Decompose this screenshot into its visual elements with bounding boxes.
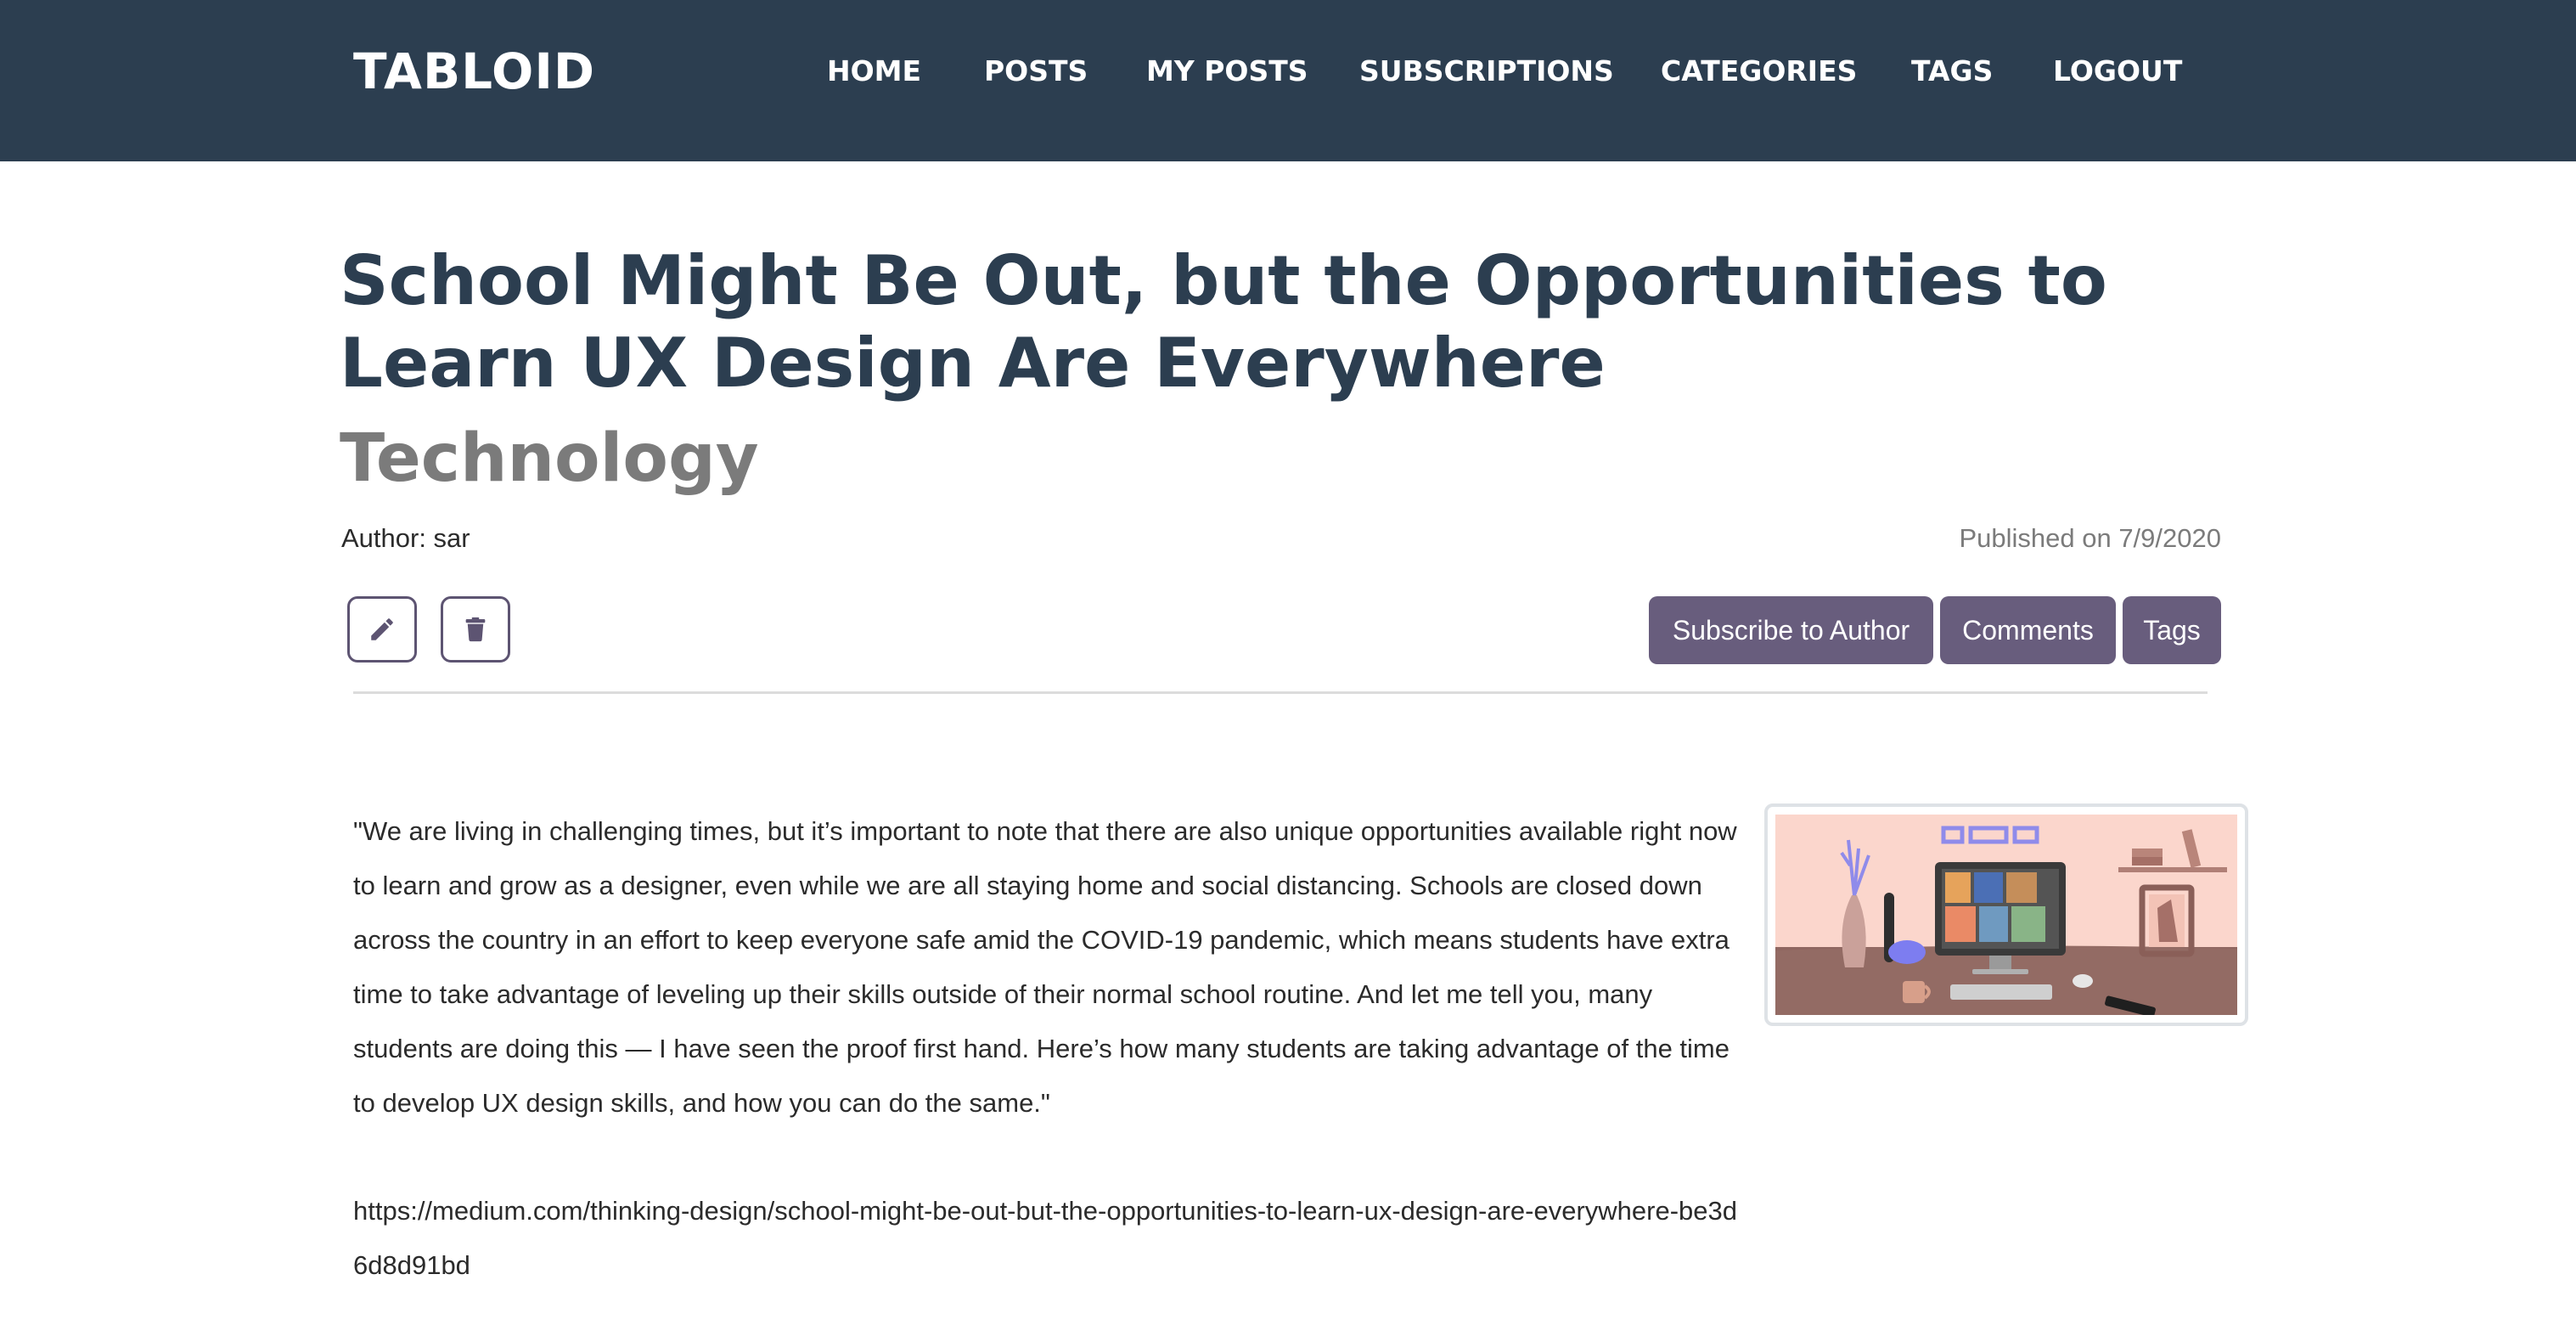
publish-date: Published on 7/9/2020 xyxy=(1959,523,2221,553)
tags-button[interactable]: Tags xyxy=(2123,596,2221,664)
delete-post-button[interactable] xyxy=(441,596,510,662)
post-category: Technology xyxy=(340,420,759,497)
nav-my-posts[interactable]: MY POSTS xyxy=(1146,54,1308,87)
nav-categories[interactable]: CATEGORIES xyxy=(1661,54,1857,87)
nav-subscriptions[interactable]: SUBSCRIPTIONS xyxy=(1359,54,1614,87)
post-title: School Might Be Out, but the Opportuniti… xyxy=(340,241,2107,403)
divider xyxy=(353,691,2208,694)
pencil-icon xyxy=(371,618,393,640)
post-content: "We are living in challenging times, but… xyxy=(353,816,1737,1118)
navbar: TABLOID HOME POSTS MY POSTS SUBSCRIPTION… xyxy=(0,0,2576,161)
video-call-illustration xyxy=(1775,815,2237,1015)
nav-tags[interactable]: TAGS xyxy=(1911,54,1993,87)
post-author: Author: sar xyxy=(341,523,470,553)
nav-home[interactable]: HOME xyxy=(827,54,921,87)
post-image xyxy=(1764,803,2248,1026)
trash-icon xyxy=(465,617,486,642)
comments-button[interactable]: Comments xyxy=(1940,596,2116,664)
subscribe-to-author-button[interactable]: Subscribe to Author xyxy=(1649,596,1933,664)
post-url: https://medium.com/thinking-design/schoo… xyxy=(353,1196,1737,1280)
brand-logo[interactable]: TABLOID xyxy=(353,42,595,100)
nav-posts[interactable]: POSTS xyxy=(984,54,1088,87)
nav-logout[interactable]: LOGOUT xyxy=(2053,54,2182,87)
edit-post-button[interactable] xyxy=(347,596,417,662)
